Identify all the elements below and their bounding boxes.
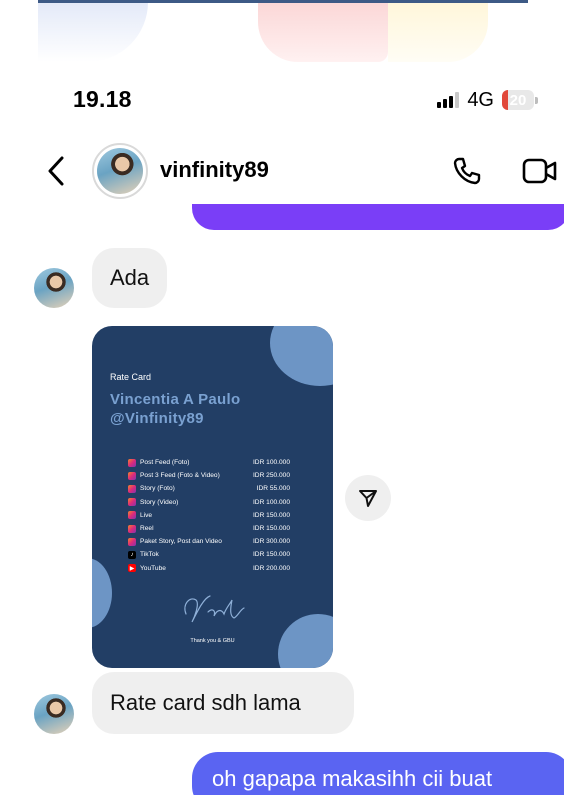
rate-card-price: IDR 300.000	[252, 538, 290, 546]
instagram-icon	[128, 484, 136, 493]
rate-card-row: Post Feed (Foto) IDR 100.000	[128, 456, 290, 469]
received-message[interactable]: Ada	[92, 248, 168, 308]
rate-card-price: IDR 150.000	[252, 551, 290, 559]
rate-card-service: YouTube	[140, 564, 166, 572]
battery-fill	[502, 90, 509, 110]
rate-card-service: Story (Foto)	[140, 485, 175, 493]
instagram-icon	[128, 458, 136, 467]
decor-circle	[270, 326, 333, 386]
rate-card-name-line: Vincentia A Paulo	[110, 391, 241, 408]
signature-mark	[184, 595, 245, 623]
chat-header: vinfinity89	[0, 140, 564, 202]
status-time: 19.18	[73, 86, 132, 112]
rate-card-price: IDR 250.000	[252, 472, 290, 480]
rate-card-label: Rate Card	[110, 372, 152, 382]
rate-card-row: Paket Story, Post dan Video IDR 300.000	[128, 535, 290, 548]
rate-card-price-list: Post Feed (Foto) IDR 100.000 Post 3 Feed (…	[128, 456, 290, 575]
rate-card-thanks: Thank you & GBU	[190, 638, 235, 644]
rate-card-row: ♪ TikTok IDR 150.000	[128, 548, 290, 561]
rate-card-image[interactable]: Rate Card Vincentia A Paulo @Vinfinity89…	[92, 326, 333, 668]
network-type: 4G	[467, 88, 494, 111]
tiktok-icon: ♪	[128, 550, 136, 559]
remnant-blue-shape	[38, 0, 148, 62]
rate-card-row: Post 3 Feed (Foto & Video) IDR 250.000	[128, 469, 290, 482]
rate-card-service: Reel	[140, 525, 154, 533]
youtube-icon: ▶	[128, 564, 136, 573]
rate-card-price: IDR 150.000	[252, 511, 290, 519]
remnant-red-shape	[258, 0, 388, 62]
instagram-icon	[128, 498, 136, 507]
avatar[interactable]	[92, 143, 148, 199]
status-indicators: 4G 20	[437, 88, 538, 112]
rate-card-service: TikTok	[140, 551, 159, 559]
rate-card-row: Story (Foto) IDR 55.000	[128, 482, 290, 495]
rate-card-service: Post Feed (Foto)	[140, 459, 190, 467]
rate-card-price: IDR 100.000	[252, 498, 290, 506]
rate-card-price: IDR 55.000	[256, 485, 290, 493]
signal-icon	[437, 92, 460, 108]
send-icon	[359, 490, 377, 507]
rate-card-handle: @Vinfinity89	[110, 410, 204, 427]
rate-card-price: IDR 100.000	[252, 459, 290, 467]
phone-icon[interactable]	[452, 156, 482, 186]
rate-card-price: IDR 200.000	[252, 564, 290, 572]
sender-avatar[interactable]	[34, 694, 74, 734]
remnant-yellow-shape	[388, 0, 488, 62]
instagram-icon	[128, 524, 136, 533]
sender-avatar[interactable]	[34, 268, 74, 308]
sent-message-bubble-partial[interactable]	[192, 204, 564, 230]
chat-username[interactable]: vinfinity89	[160, 157, 269, 183]
battery-level: 20	[509, 91, 527, 109]
remnant-line	[38, 0, 528, 3]
rate-card-service: Paket Story, Post dan Video	[140, 538, 222, 546]
instagram-icon	[128, 511, 136, 520]
battery-icon: 20	[502, 90, 538, 110]
rate-card-service: Live	[140, 511, 153, 519]
rate-card-row: ▶ YouTube IDR 200.000	[128, 562, 290, 575]
instagram-icon	[128, 537, 136, 546]
top-image-remnant	[0, 0, 564, 62]
rate-card-row: Story (Video) IDR 100.000	[128, 496, 290, 509]
rate-card-service: Story (Video)	[140, 498, 179, 506]
share-button[interactable]	[345, 475, 391, 521]
rate-card-service: Post 3 Feed (Foto & Video)	[140, 472, 220, 480]
decor-circle	[92, 558, 112, 628]
rate-card-name: Vincentia A Paulo @Vinfinity89	[110, 390, 240, 428]
rate-card-row: Live IDR 150.000	[128, 509, 290, 522]
received-message[interactable]: Rate card sdh lama	[92, 672, 354, 734]
video-camera-icon[interactable]	[522, 158, 558, 184]
sent-message[interactable]: oh gapapa makasihh cii buat	[192, 752, 564, 795]
instagram-icon	[128, 471, 136, 480]
chevron-left-icon[interactable]	[42, 154, 72, 188]
rate-card-row: Reel IDR 150.000	[128, 522, 290, 535]
rate-card-price: IDR 150.000	[252, 525, 290, 533]
